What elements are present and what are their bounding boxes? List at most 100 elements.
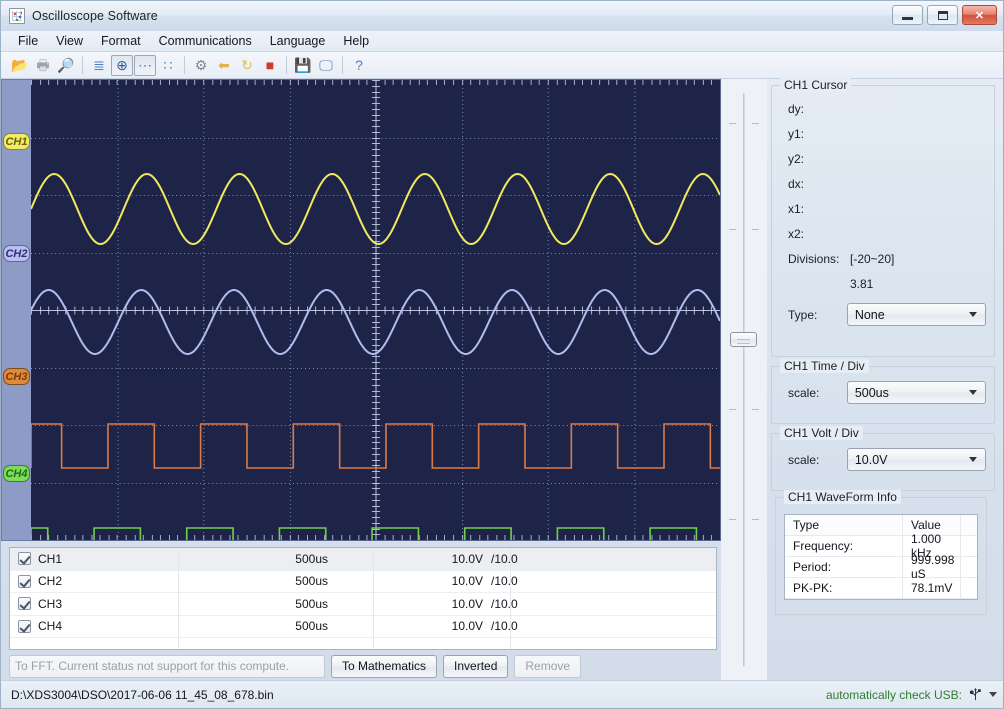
refresh-icon[interactable]: ↻	[236, 55, 258, 76]
stop-icon[interactable]: ■	[259, 55, 281, 76]
grid-view-icon-glyph: ⊕	[116, 58, 128, 72]
channel-volt-div: 10.0V	[328, 619, 483, 633]
cursor-type-select[interactable]: None	[847, 303, 986, 326]
usb-status-label: automatically check USB:	[826, 688, 962, 702]
channel-table[interactable]: CH1500us10.0V/10.0CH2500us10.0V/10.0CH35…	[9, 547, 717, 650]
column-divider	[178, 548, 179, 649]
channel-tag-ch4[interactable]: CH4	[3, 465, 30, 482]
window-controls: ✕	[892, 5, 997, 25]
cursor-row-dy: dy:	[780, 96, 986, 121]
waveform-info-spacer	[961, 557, 977, 577]
cursor-row-label: dx:	[780, 177, 850, 191]
cursor-row-label: dy:	[780, 102, 850, 116]
minimize-button[interactable]	[892, 5, 923, 25]
separator-3	[286, 56, 287, 74]
save-data-icon-glyph: 💾	[294, 58, 311, 72]
save-data-icon[interactable]: 💾	[292, 55, 314, 76]
column-divider	[510, 548, 511, 649]
volt-div-select[interactable]: 10.0V	[847, 448, 986, 471]
grid-view-icon[interactable]: ⊕	[111, 55, 133, 76]
ch1-waveform-info-group: CH1 WaveForm Info TypeValueFrequency:1.0…	[775, 497, 987, 615]
channel-volt-div: 10.0V	[328, 597, 483, 611]
cursor-row-x1: x1:	[780, 196, 986, 221]
separator-2	[184, 56, 185, 74]
channel-tag-ch2[interactable]: CH2	[3, 245, 30, 262]
waveform-info-type: PK-PK:	[785, 578, 903, 598]
menu-format[interactable]: Format	[92, 32, 150, 50]
maximize-button[interactable]	[927, 5, 958, 25]
window-title: Oscilloscope Software	[32, 9, 158, 23]
help-icon[interactable]: ?	[348, 55, 370, 76]
print-preview-icon[interactable]: 🔎	[55, 55, 77, 76]
channel-row-ch2[interactable]: CH2500us10.0V/10.0	[10, 571, 716, 594]
waveform-info-row: Period:999.998 uS	[785, 557, 977, 578]
channel-checkbox-ch3[interactable]	[18, 597, 31, 610]
channel-checkbox-ch2[interactable]	[18, 575, 31, 588]
channel-checkbox-ch4[interactable]	[18, 620, 31, 633]
remove-button[interactable]: Remove	[514, 655, 581, 678]
menu-help[interactable]: Help	[334, 32, 378, 50]
waveform-info-value: 999.998 uS	[903, 557, 961, 577]
chevron-down-icon[interactable]	[989, 692, 997, 697]
waveform-info-type: Frequency:	[785, 536, 903, 556]
channel-divisions: /10.0	[483, 574, 573, 588]
to-mathematics-button[interactable]: To Mathematics	[331, 655, 437, 678]
print-icon[interactable]: 🖶	[32, 55, 54, 76]
points-view-icon-glyph: ∷	[164, 58, 173, 72]
cursor-row-label: x1:	[780, 202, 850, 216]
cursor-row-x2: x2:	[780, 221, 986, 246]
title-bar: Oscilloscope Software ✕	[1, 1, 1003, 31]
to-fft-button[interactable]: To FFT. Current status not support for t…	[9, 655, 325, 678]
time-div-select[interactable]: 500us	[847, 381, 986, 404]
menu-file[interactable]: File	[9, 32, 47, 50]
monitor-icon[interactable]: 🖵	[315, 55, 337, 76]
channel-label-gutter: CH1 CH2 CH3 CH4	[1, 79, 31, 541]
time-div-scale-label: scale:	[780, 386, 847, 400]
cursor-row-y1: y1:	[780, 121, 986, 146]
settings-gear-icon[interactable]: ⚙	[190, 55, 212, 76]
waveform-display[interactable]	[31, 79, 721, 541]
cursor-row-value: 3.81	[850, 277, 873, 291]
channel-row-ch1[interactable]: CH1500us10.0V/10.0	[10, 548, 716, 571]
points-view-icon[interactable]: ∷	[157, 55, 179, 76]
slider-tick	[729, 409, 736, 410]
slider-tick	[752, 519, 759, 520]
vertical-position-slider[interactable]	[721, 79, 767, 680]
menu-communications[interactable]: Communications	[150, 32, 261, 50]
separator-4	[342, 56, 343, 74]
right-panel: CH1 Cursor dy:y1:y2:dx:x1:x2:Divisions:[…	[767, 79, 1003, 680]
cursor-row-dx: dx:	[780, 171, 986, 196]
volt-div-scale-label: scale:	[780, 453, 847, 467]
slider-thumb[interactable]	[730, 332, 757, 347]
channel-row-ch3[interactable]: CH3500us10.0V/10.0	[10, 593, 716, 616]
toolbar: 📂🖶🔎 ≣ ⊕ ⋯ ∷ ⚙ ⬅ ↻ ■ 💾 🖵?	[1, 52, 1003, 79]
menu-view[interactable]: View	[47, 32, 92, 50]
cursor-type-row: Type: None	[780, 302, 986, 327]
slider-track	[743, 93, 745, 666]
dots-view-icon[interactable]: ⋯	[134, 55, 156, 76]
ch1-volt-div-group: CH1 Volt / Div scale: 10.0V	[771, 433, 995, 491]
usb-status[interactable]: automatically check USB:	[826, 687, 997, 702]
close-button[interactable]: ✕	[962, 5, 997, 25]
channel-checkbox-ch1[interactable]	[18, 552, 31, 565]
channel-time-div: 500us	[138, 597, 328, 611]
open-file-icon[interactable]: 📂	[9, 55, 31, 76]
waveform-info-type: Period:	[785, 557, 903, 577]
cursor-type-value: None	[855, 308, 885, 322]
channel-row-ch4[interactable]: CH4500us10.0V/10.0	[10, 616, 716, 639]
channel-tag-ch1[interactable]: CH1	[3, 133, 30, 150]
channel-time-div: 500us	[138, 574, 328, 588]
import-icon-glyph: ⬅	[218, 58, 230, 72]
ch1-volt-div-title: CH1 Volt / Div	[780, 426, 863, 440]
menu-language[interactable]: Language	[261, 32, 335, 50]
list-view-icon[interactable]: ≣	[88, 55, 110, 76]
left-column: CH1 CH2 CH3 CH4 CH1500us10.0V/10.0CH2500us1…	[1, 79, 721, 680]
refresh-icon-glyph: ↻	[241, 58, 253, 72]
inverted-button[interactable]: Inverted	[443, 655, 508, 678]
import-icon[interactable]: ⬅	[213, 55, 235, 76]
slider-tick	[752, 229, 759, 230]
slider-tick	[752, 123, 759, 124]
channel-tag-ch3[interactable]: CH3	[3, 368, 30, 385]
cursor-row-value: [-20~20]	[850, 252, 894, 266]
settings-gear-icon-glyph: ⚙	[195, 58, 208, 72]
